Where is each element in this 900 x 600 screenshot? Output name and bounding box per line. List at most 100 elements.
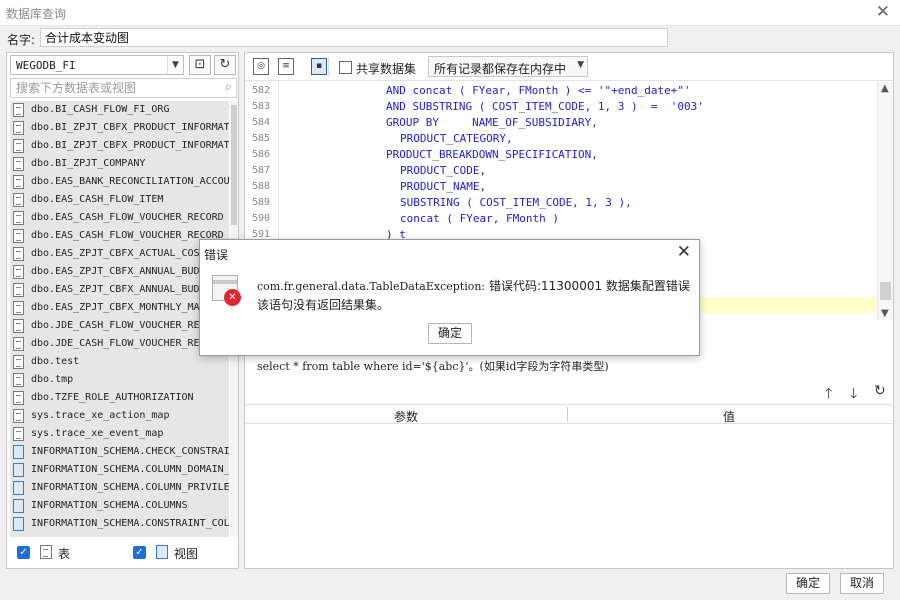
list-item[interactable]: dbo.EAS_BANK_RECONCILIATION_ACCOU bbox=[10, 173, 229, 191]
database-select-value: WEGODB_FI bbox=[16, 59, 76, 72]
list-item[interactable]: INFORMATION_SCHEMA.COLUMN_DOMAIN_ bbox=[10, 461, 229, 479]
show-views-checkbox[interactable]: ✓ bbox=[133, 546, 146, 559]
search-icon[interactable]: ⌕ bbox=[225, 80, 232, 95]
name-row: 名字: bbox=[0, 26, 900, 50]
list-item[interactable]: dbo.BI_ZPJT_COMPANY bbox=[10, 155, 229, 173]
list-item[interactable]: dbo.test bbox=[10, 353, 229, 371]
table-search-input[interactable] bbox=[11, 79, 211, 97]
scrollbar-thumb[interactable] bbox=[231, 105, 237, 225]
name-input[interactable] bbox=[40, 28, 668, 47]
window-title: 数据库查询 bbox=[6, 7, 67, 21]
table-icon bbox=[13, 409, 24, 423]
code-line: 582 AND concat ( FYear, FMonth ) <= '"+en… bbox=[245, 83, 879, 99]
view-icon bbox=[13, 517, 24, 531]
sql-icon[interactable]: ≡ bbox=[278, 58, 294, 75]
dialog-close-icon[interactable]: ✕ bbox=[677, 242, 691, 262]
code-text: concat ( FYear, FMonth ) bbox=[400, 212, 559, 225]
code-line: 583 AND SUBSTRING ( COST_ITEM_CODE, 1, 3 … bbox=[245, 99, 879, 115]
dialog-ok-button[interactable]: 确定 bbox=[428, 323, 472, 344]
error-message-class: com.fr.general.data.TableDataException: bbox=[257, 280, 486, 293]
view-icon bbox=[13, 481, 24, 495]
refresh-button[interactable]: ↻ bbox=[214, 55, 236, 75]
list-item[interactable]: dbo.EAS_CASH_FLOW_VOUCHER_RECORD bbox=[10, 227, 229, 245]
list-item[interactable]: dbo.BI_ZPJT_CBFX_PRODUCT_INFORMATI bbox=[10, 119, 229, 137]
code-text: PRODUCT_NAME, bbox=[400, 180, 487, 193]
list-item-label: sys.trace_xe_action_map bbox=[31, 410, 170, 421]
list-item[interactable]: sys.trace_xe_action_map bbox=[10, 407, 229, 425]
preview-data-icon[interactable]: ◎ bbox=[253, 58, 269, 75]
code-text: GROUP BY NAME_OF_SUBSIDIARY, bbox=[386, 116, 598, 129]
table-search-box: ⌕ bbox=[10, 78, 237, 98]
refresh-icon: ↻ bbox=[219, 57, 231, 72]
list-item-label: dbo.BI_ZPJT_CBFX_PRODUCT_INFORMATI bbox=[31, 122, 229, 133]
chevron-down-icon[interactable]: ▼ bbox=[167, 56, 183, 74]
list-item[interactable]: dbo.BI_ZPJT_CBFX_PRODUCT_INFORMATI bbox=[10, 137, 229, 155]
list-item[interactable]: dbo.EAS_ZPJT_CBFX_ANNUAL_BUDG bbox=[10, 281, 229, 299]
list-item[interactable]: dbo.tmp bbox=[10, 371, 229, 389]
scroll-down-icon[interactable]: ▼ bbox=[881, 308, 889, 319]
close-icon[interactable]: ✕ bbox=[876, 2, 890, 22]
list-item[interactable]: INFORMATION_SCHEMA.COLUMN_PRIVILE bbox=[10, 479, 229, 497]
table-icon bbox=[13, 337, 24, 351]
line-number: 590 bbox=[252, 213, 271, 224]
toolbar-divider bbox=[328, 57, 329, 77]
editor-scrollbar-thumb[interactable] bbox=[880, 282, 891, 300]
list-item[interactable]: sys.trace_xe_event_map bbox=[10, 425, 229, 443]
list-item[interactable]: dbo.JDE_CASH_FLOW_VOUCHER_REC bbox=[10, 317, 229, 335]
line-number: 583 bbox=[252, 101, 271, 112]
list-item[interactable]: dbo.EAS_ZPJT_CBFX_MONTHLY_MA bbox=[10, 299, 229, 317]
editor-scrollbar[interactable]: ▲ ▼ bbox=[877, 82, 893, 320]
list-item[interactable]: dbo.EAS_ZPJT_CBFX_ACTUAL_COST bbox=[10, 245, 229, 263]
list-item[interactable]: dbo.TZFE_ROLE_AUTHORIZATION bbox=[10, 389, 229, 407]
list-item-label: dbo.EAS_CASH_FLOW_ITEM bbox=[31, 194, 164, 205]
line-number: 584 bbox=[252, 117, 271, 128]
list-item-label: INFORMATION_SCHEMA.CONSTRAINT_COL bbox=[31, 518, 229, 529]
list-item[interactable]: dbo.BI_CASH_FLOW_FI_ORG bbox=[10, 101, 229, 119]
database-select[interactable]: WEGODB_FI ▼ bbox=[10, 55, 184, 75]
table-icon bbox=[13, 121, 24, 135]
scroll-up-icon[interactable]: ▲ bbox=[881, 83, 889, 94]
list-item[interactable]: dbo.EAS_CASH_FLOW_ITEM bbox=[10, 191, 229, 209]
list-item-label: dbo.EAS_ZPJT_CBFX_MONTHLY_MA bbox=[31, 302, 200, 313]
save-icon[interactable]: ▪ bbox=[311, 58, 327, 75]
list-item[interactable]: INFORMATION_SCHEMA.COLUMNS bbox=[10, 497, 229, 515]
list-item-label: INFORMATION_SCHEMA.CHECK_CONSTRAI bbox=[31, 446, 229, 457]
code-line: 587 PRODUCT_CODE, bbox=[245, 163, 879, 179]
table-icon bbox=[13, 103, 24, 117]
line-number: 589 bbox=[252, 197, 271, 208]
list-item-label: dbo.JDE_CASH_FLOW_VOUCHER_REC bbox=[31, 338, 206, 349]
share-dataset-checkbox[interactable] bbox=[339, 61, 352, 74]
storage-mode-value: 所有记录都保存在内存中 bbox=[434, 62, 567, 76]
list-item-label: INFORMATION_SCHEMA.COLUMNS bbox=[31, 500, 188, 511]
table-icon bbox=[13, 265, 24, 279]
param-column-header: 参数 bbox=[393, 410, 418, 424]
view-icon bbox=[13, 445, 24, 459]
list-item-label: dbo.EAS_ZPJT_CBFX_ANNUAL_BUDG bbox=[31, 284, 206, 295]
list-item-label: dbo.tmp bbox=[31, 374, 74, 385]
line-number: 585 bbox=[252, 133, 271, 144]
chevron-down-icon[interactable]: ▼ bbox=[577, 60, 584, 70]
editor-toolbar: ◎ ≡ ▪ 共享数据集 所有记录都保存在内存中 ▼ bbox=[245, 53, 893, 81]
list-item-label: dbo.EAS_CASH_FLOW_VOUCHER_RECORD bbox=[31, 230, 224, 241]
ok-button[interactable]: 确定 bbox=[786, 573, 830, 594]
code-text: SUBSTRING ( COST_ITEM_CODE, 1, 3 ), bbox=[400, 196, 632, 209]
list-item-label: dbo.JDE_CASH_FLOW_VOUCHER_REC bbox=[31, 320, 206, 331]
preview-table-button[interactable]: ⊡ bbox=[189, 55, 211, 75]
table-list: dbo.BI_CASH_FLOW_FI_ORG dbo.BI_ZPJT_CBFX_… bbox=[10, 101, 229, 537]
cancel-button[interactable]: 取消 bbox=[840, 573, 884, 594]
list-item[interactable]: INFORMATION_SCHEMA.CHECK_CONSTRAI bbox=[10, 443, 229, 461]
table-icon bbox=[13, 175, 24, 189]
list-item[interactable]: INFORMATION_SCHEMA.CONSTRAINT_COL bbox=[10, 515, 229, 533]
list-item[interactable]: dbo.JDE_CASH_FLOW_VOUCHER_REC bbox=[10, 335, 229, 353]
list-item-label: dbo.EAS_ZPJT_CBFX_ANNUAL_BUDG bbox=[31, 266, 206, 277]
show-tables-checkbox[interactable]: ✓ bbox=[17, 546, 30, 559]
list-item[interactable]: dbo.EAS_CASH_FLOW_VOUCHER_RECORD bbox=[10, 209, 229, 227]
line-number: 587 bbox=[252, 165, 271, 176]
storage-mode-select[interactable]: 所有记录都保存在内存中 ▼ bbox=[428, 56, 588, 77]
code-line: 584 GROUP BY NAME_OF_SUBSIDIARY, bbox=[245, 115, 879, 131]
share-dataset-label: 共享数据集 bbox=[356, 62, 417, 76]
refresh-params-icon[interactable]: ↻ bbox=[874, 383, 886, 399]
view-icon bbox=[13, 499, 24, 513]
table-icon bbox=[13, 157, 24, 171]
list-item[interactable]: dbo.EAS_ZPJT_CBFX_ANNUAL_BUDG bbox=[10, 263, 229, 281]
